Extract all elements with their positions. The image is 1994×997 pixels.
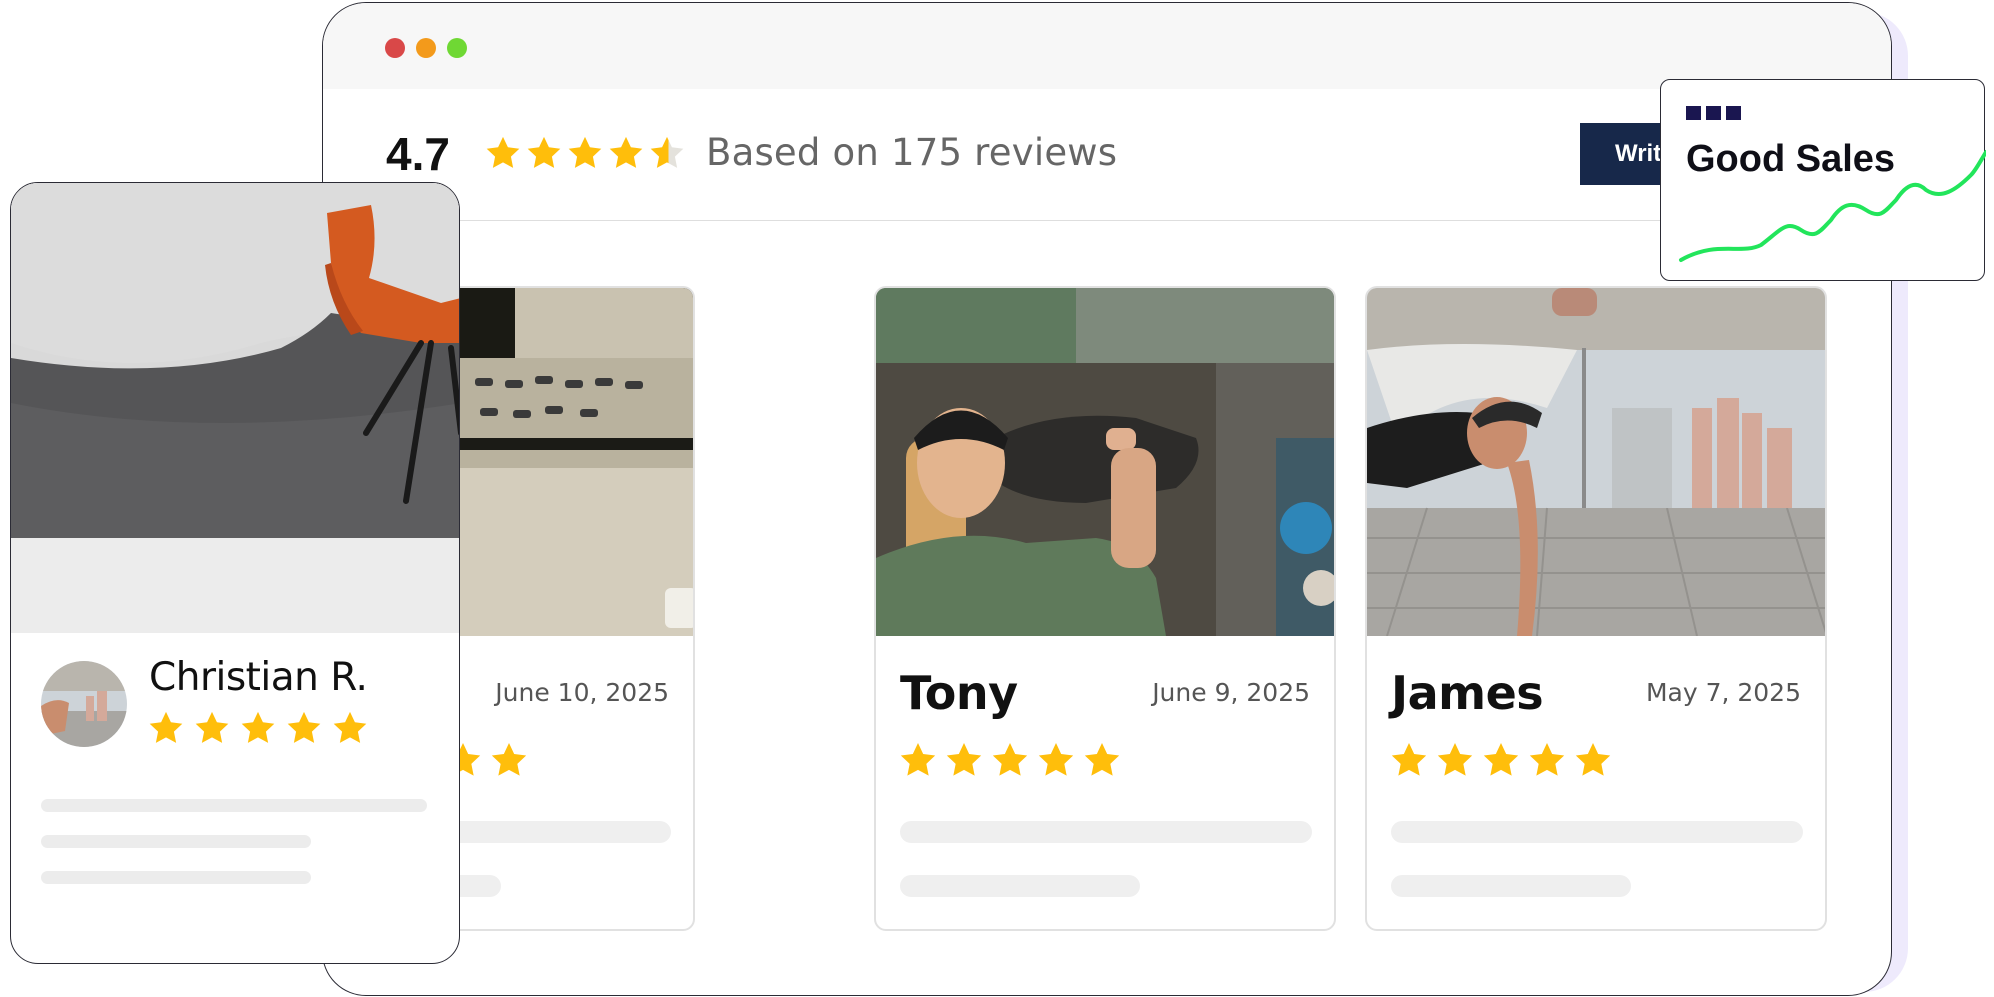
star-icon [147,709,185,747]
browser-window: 4.7 Based on 175 reviews Writ June 10, 2… [322,2,1892,996]
pushup-photo [1367,288,1825,636]
half-star-icon [647,134,687,172]
featured-review-stars [147,709,369,747]
text-placeholder-line [900,821,1312,843]
skateboarder-photo [876,288,1334,636]
reviewer-name: James [1391,666,1544,720]
review-stars [1389,740,1613,780]
star-icon [1435,740,1475,780]
star-icon [606,134,646,172]
rating-summary: 4.7 Based on 175 reviews Writ [323,89,1891,221]
text-placeholder-line [1391,821,1803,843]
star-icon [1527,740,1567,780]
review-date: May 7, 2025 [1645,678,1801,707]
star-icon [1481,740,1521,780]
star-icon [489,740,529,780]
featured-review-card[interactable]: Christian R. [10,182,460,964]
close-dot-icon[interactable] [385,38,405,58]
avatar [41,661,127,747]
text-placeholder-line [41,799,427,812]
star-icon [193,709,231,747]
star-icon [1573,740,1613,780]
reviewer-name: Tony [900,666,1018,720]
average-rating: 4.7 [386,128,450,180]
summary-stars [483,134,687,172]
featured-reviewer-name: Christian R. [149,655,368,700]
minimize-dot-icon[interactable] [416,38,436,58]
sales-widget: Good Sales [1660,79,1986,281]
star-icon [483,134,523,172]
review-count-text: Based on 175 reviews [706,131,1118,174]
star-icon [565,134,605,172]
title-bar [323,3,1891,89]
star-icon [944,740,984,780]
star-icon [898,740,938,780]
review-date: June 10, 2025 [495,678,669,707]
text-placeholder-line [1391,875,1631,897]
star-icon [239,709,277,747]
sales-trend-line [1679,150,1986,262]
chair-photo [11,183,459,633]
review-card[interactable]: Tony June 9, 2025 [874,286,1336,931]
star-icon [1036,740,1076,780]
star-icon [1082,740,1122,780]
star-icon [331,709,369,747]
text-placeholder-line [41,835,311,848]
text-placeholder-line [900,875,1140,897]
review-card[interactable]: James May 7, 2025 [1365,286,1827,931]
review-stars [898,740,1122,780]
maximize-dot-icon[interactable] [447,38,467,58]
star-icon [1389,740,1429,780]
star-icon [285,709,323,747]
star-icon [990,740,1030,780]
review-date: June 9, 2025 [1152,678,1310,707]
star-icon [524,134,564,172]
text-placeholder-line [41,871,311,884]
